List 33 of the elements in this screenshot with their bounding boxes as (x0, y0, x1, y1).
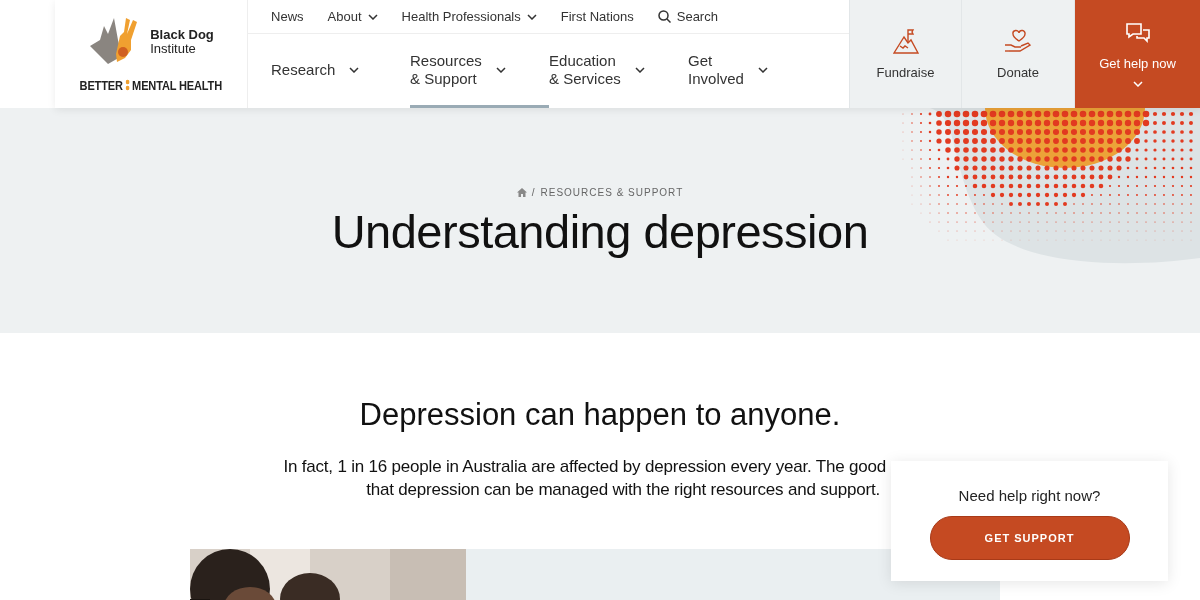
chevron-down-icon (634, 66, 645, 73)
nav-link[interactable]: First Nations (560, 9, 634, 24)
breadcrumb-separator: / (531, 187, 536, 198)
chevron-down-icon (757, 66, 768, 73)
logo-name: Black Dog Institute (150, 27, 214, 56)
nav-menu-item[interactable]: Get Involved (688, 34, 828, 108)
colon-dots-icon (125, 79, 130, 91)
chevron-down-icon (495, 66, 506, 73)
search-icon (657, 10, 671, 23)
get-support-button[interactable]: GET SUPPORT (929, 516, 1130, 560)
home-icon[interactable] (516, 188, 527, 197)
nav-menu-item[interactable]: Research (271, 34, 411, 108)
logo-tagline: MENTAL HEALTH (132, 77, 223, 93)
chat-bubbles-icon (1124, 21, 1151, 46)
nav-menu-item[interactable]: Education & Services (549, 34, 689, 108)
heart-hand-icon (1004, 28, 1032, 55)
help-button[interactable]: Get help now (1074, 0, 1200, 108)
paragraph-line: that depression can be managed with the right resources and support. (366, 479, 880, 501)
mountain-flag-icon (892, 28, 919, 55)
nav-link[interactable]: Health Professionals (401, 9, 537, 24)
nav-link[interactable]: About (327, 9, 378, 24)
section-heading: Depression can happen to anyone. (359, 397, 841, 433)
chevron-down-icon (349, 66, 360, 73)
chevron-down-icon (1132, 80, 1143, 87)
paragraph-line: In fact, 1 in 16 people in Australia are affected by depression every year. The good (283, 456, 886, 478)
page-title: Understanding depression (331, 204, 869, 259)
logo-tagline: BETTER (79, 77, 123, 93)
nav-link[interactable]: News (271, 9, 304, 24)
breadcrumb-link[interactable]: RESOURCES & SUPPORT (540, 187, 684, 198)
search-link[interactable]: Search (657, 9, 718, 24)
action-tile[interactable]: Donate (961, 0, 1074, 108)
action-tile[interactable]: Fundraise (849, 0, 961, 108)
help-question: Need help right now? (958, 487, 1101, 504)
